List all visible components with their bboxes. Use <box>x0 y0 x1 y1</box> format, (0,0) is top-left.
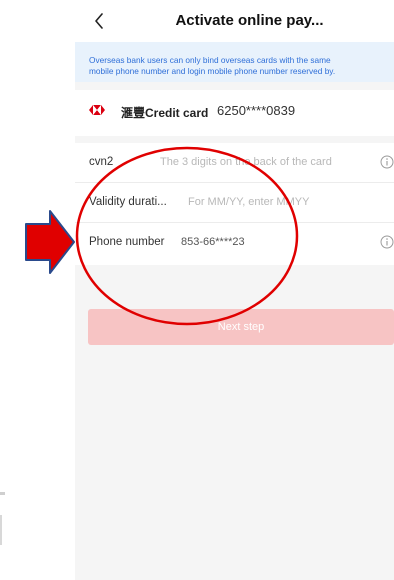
card-number: 6250****0839 <box>217 103 296 118</box>
info-circle-icon[interactable] <box>380 155 394 169</box>
chevron-left-icon <box>95 13 103 29</box>
notice-banner: Overseas bank users can only bind overse… <box>75 42 394 82</box>
navigation-bar: Activate online pay... <box>75 0 394 42</box>
notice-line-2: mobile phone number and login mobile pho… <box>89 66 336 76</box>
hsbc-logo-icon <box>89 105 105 115</box>
background-fragment <box>0 515 2 545</box>
background-fragment <box>0 492 5 495</box>
info-circle-icon[interactable] <box>380 235 394 249</box>
red-arrow-annotation <box>25 210 75 274</box>
page-title: Activate online pay... <box>175 12 324 29</box>
red-circle-annotation <box>75 146 299 326</box>
bank-name: 滙豐Credit card <box>121 106 209 120</box>
back-button[interactable] <box>89 10 109 32</box>
selected-card-row: 滙豐Credit card 6250****0839 <box>75 90 394 136</box>
notice-line-1: Overseas bank users can only bind overse… <box>89 55 331 65</box>
